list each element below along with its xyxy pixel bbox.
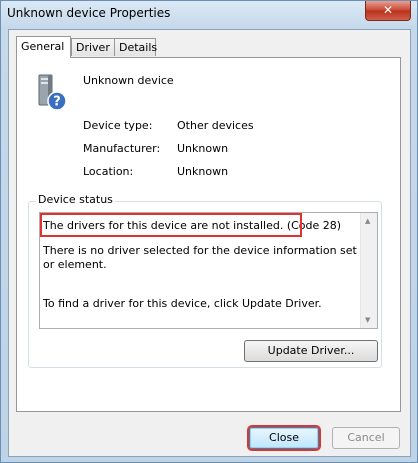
scroll-up-icon[interactable]: ▲ bbox=[365, 217, 370, 225]
status-line-find-driver: To find a driver for this device, click … bbox=[43, 297, 322, 310]
tab-driver[interactable]: Driver bbox=[71, 38, 115, 56]
title-bar[interactable]: Unknown device Properties ✕ bbox=[1, 1, 417, 27]
window-close-icon[interactable]: ✕ bbox=[365, 1, 411, 21]
device-name: Unknown device bbox=[83, 74, 174, 87]
window-title: Unknown device Properties bbox=[7, 6, 171, 20]
scroll-down-icon[interactable]: ▼ bbox=[365, 316, 370, 324]
code-highlight-box bbox=[40, 213, 302, 237]
location-value: Unknown bbox=[177, 165, 229, 178]
cancel-button[interactable]: Cancel bbox=[332, 427, 400, 449]
tab-details[interactable]: Details bbox=[114, 38, 157, 56]
tab-general[interactable]: General bbox=[16, 36, 71, 58]
svg-text:?: ? bbox=[53, 95, 61, 110]
status-line-no-driver: There is no driver selected for the devi… bbox=[43, 244, 357, 271]
update-driver-button[interactable]: Update Driver... bbox=[244, 340, 378, 362]
manufacturer-value: Unknown bbox=[177, 142, 229, 155]
device-status-label: Device status bbox=[36, 193, 115, 206]
device-type-label: Device type: bbox=[83, 119, 153, 132]
unknown-device-icon: ? bbox=[38, 74, 67, 111]
location-label: Location: bbox=[83, 165, 134, 178]
close-button[interactable]: Close bbox=[247, 425, 321, 451]
status-scrollbar[interactable]: ▲ ▼ bbox=[360, 213, 377, 328]
device-type-value: Other devices bbox=[177, 119, 254, 132]
manufacturer-label: Manufacturer: bbox=[83, 142, 161, 155]
